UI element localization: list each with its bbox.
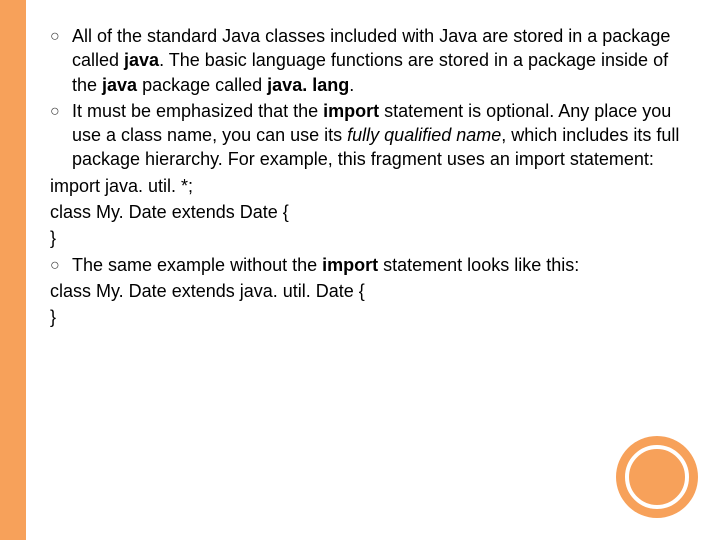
text-bold: import: [323, 101, 379, 121]
text-italic: fully qualified name: [347, 125, 501, 145]
accent-bar: [0, 0, 26, 540]
bullet-item: ○ All of the standard Java classes inclu…: [50, 24, 680, 97]
bullet-icon: ○: [50, 24, 72, 97]
bullet-item: ○ The same example without the import st…: [50, 253, 680, 277]
code-line: }: [50, 226, 680, 250]
text-bold: java: [102, 75, 137, 95]
slide: ○ All of the standard Java classes inclu…: [0, 0, 720, 540]
bullet-text: The same example without the import stat…: [72, 253, 680, 277]
bullet-text: It must be emphasized that the import st…: [72, 99, 680, 172]
text-bold: java: [124, 50, 159, 70]
code-line: }: [50, 305, 680, 329]
text: statement looks like this:: [378, 255, 579, 275]
text: package called: [137, 75, 267, 95]
code-line: import java. util. *;: [50, 174, 680, 198]
bullet-text: All of the standard Java classes include…: [72, 24, 680, 97]
text: .: [349, 75, 354, 95]
bullet-icon: ○: [50, 99, 72, 172]
text: The same example without the: [72, 255, 322, 275]
bullet-item: ○ It must be emphasized that the import …: [50, 99, 680, 172]
text-bold: java. lang: [267, 75, 349, 95]
slide-content: ○ All of the standard Java classes inclu…: [50, 24, 680, 332]
code-line: class My. Date extends Date {: [50, 200, 680, 224]
decorative-circle-ring: [625, 445, 689, 509]
bullet-icon: ○: [50, 253, 72, 277]
text-bold: import: [322, 255, 378, 275]
code-line: class My. Date extends java. util. Date …: [50, 279, 680, 303]
text: It must be emphasized that the: [72, 101, 323, 121]
